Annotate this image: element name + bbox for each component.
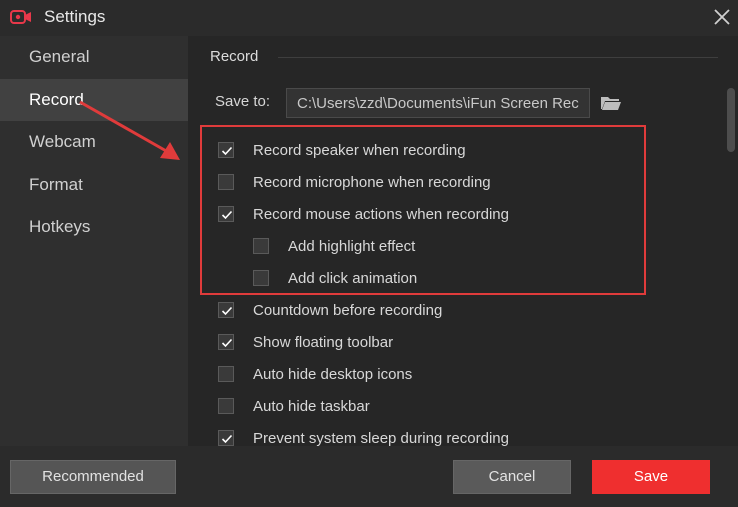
- option-countdown[interactable]: Countdown before recording: [218, 299, 442, 321]
- option-hide-desktop-icons[interactable]: Auto hide desktop icons: [218, 363, 412, 385]
- option-label: Record mouse actions when recording: [253, 205, 509, 223]
- cancel-button[interactable]: Cancel: [453, 460, 571, 494]
- checkbox-unchecked[interactable]: [218, 174, 234, 190]
- section-title: Record: [210, 48, 259, 65]
- option-highlight-effect[interactable]: Add highlight effect: [253, 235, 415, 257]
- recommended-button[interactable]: Recommended: [10, 460, 176, 494]
- option-label: Auto hide taskbar: [253, 397, 370, 415]
- checkbox-unchecked[interactable]: [253, 270, 269, 286]
- checkbox-checked[interactable]: [218, 334, 234, 350]
- checkbox-unchecked[interactable]: [218, 366, 234, 382]
- window-title: Settings: [44, 7, 106, 26]
- record-settings-panel: Record Save to: Record speaker when reco…: [188, 36, 738, 446]
- sidebar-item-hotkeys[interactable]: Hotkeys: [0, 206, 188, 248]
- footer: Recommended Cancel Save: [0, 446, 738, 507]
- option-record-speaker[interactable]: Record speaker when recording: [218, 139, 466, 161]
- camera-icon: [10, 10, 31, 24]
- option-label: Add click animation: [288, 269, 418, 287]
- title-bar: Settings: [0, 0, 738, 36]
- save-button[interactable]: Save: [592, 460, 710, 494]
- checkbox-checked[interactable]: [218, 206, 234, 222]
- checkbox-unchecked[interactable]: [218, 398, 234, 414]
- option-prevent-sleep[interactable]: Prevent system sleep during recording: [218, 427, 509, 446]
- sidebar: General Record Webcam Format Hotkeys: [0, 36, 188, 446]
- option-record-mouse-actions[interactable]: Record mouse actions when recording: [218, 203, 509, 225]
- save-to-label: Save to:: [215, 93, 271, 110]
- sidebar-item-webcam[interactable]: Webcam: [0, 121, 188, 163]
- option-label: Add highlight effect: [288, 237, 416, 255]
- option-label: Show floating toolbar: [253, 333, 394, 351]
- folder-icon[interactable]: [600, 94, 622, 112]
- close-icon[interactable]: [711, 6, 733, 28]
- scrollbar[interactable]: [723, 36, 738, 446]
- section-divider: [278, 57, 718, 58]
- option-click-animation[interactable]: Add click animation: [253, 267, 417, 289]
- option-record-microphone[interactable]: Record microphone when recording: [218, 171, 491, 193]
- option-floating-toolbar[interactable]: Show floating toolbar: [218, 331, 393, 353]
- checkbox-unchecked[interactable]: [253, 238, 269, 254]
- checkbox-checked[interactable]: [218, 430, 234, 446]
- scrollbar-thumb[interactable]: [727, 88, 735, 152]
- checkbox-checked[interactable]: [218, 142, 234, 158]
- option-label: Record speaker when recording: [253, 141, 466, 159]
- option-label: Auto hide desktop icons: [253, 365, 413, 383]
- option-label: Countdown before recording: [253, 301, 443, 319]
- sidebar-item-record[interactable]: Record: [0, 79, 188, 121]
- option-label: Record microphone when recording: [253, 173, 491, 191]
- sidebar-item-format[interactable]: Format: [0, 164, 188, 206]
- option-hide-taskbar[interactable]: Auto hide taskbar: [218, 395, 370, 417]
- option-label: Prevent system sleep during recording: [253, 429, 509, 447]
- checkbox-checked[interactable]: [218, 302, 234, 318]
- sidebar-item-general[interactable]: General: [0, 36, 188, 78]
- save-path-input[interactable]: [286, 88, 590, 118]
